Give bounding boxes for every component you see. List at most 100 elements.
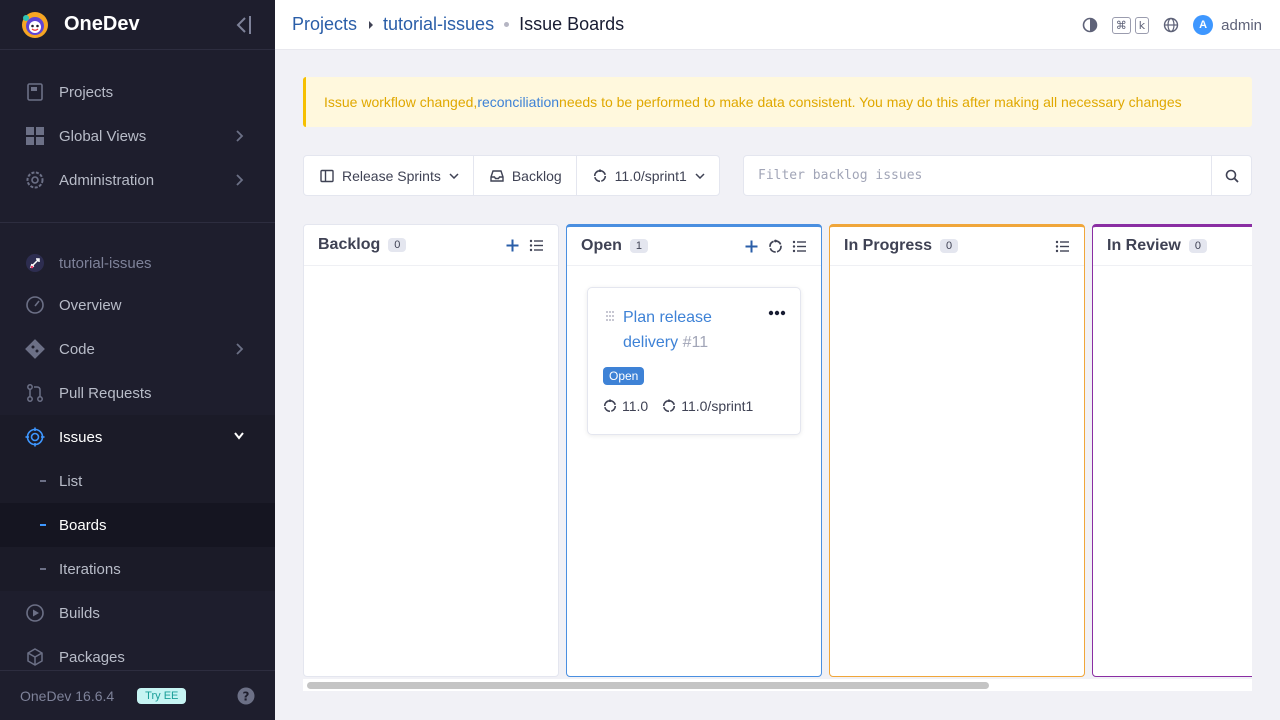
board-selector[interactable]: Release Sprints [304,156,474,195]
box-icon [27,648,43,666]
add-issue-icon[interactable] [744,239,759,254]
add-issue-icon[interactable] [505,238,520,253]
issue-number: #11 [682,334,709,351]
play-icon [26,604,44,622]
user-name[interactable]: admin [1221,17,1262,34]
sidebar-item-pull-requests[interactable]: Pull Requests [0,371,275,415]
project-name: tutorial-issues [59,254,152,272]
gear-icon [26,171,44,189]
column-in-progress: In Progress 0 [829,224,1085,677]
board-selector-label: Release Sprints [342,167,441,184]
bullet-dash [40,524,46,526]
brand: OneDev [0,0,275,50]
issue-milestone[interactable]: 11.0 [622,398,648,414]
backlog-toggle[interactable]: Backlog [474,156,577,195]
search-icon [1225,169,1239,183]
issue-iteration-wrap: 11.0/sprint1 [662,398,753,414]
sidebar-subitem-iterations[interactable]: Iterations [0,547,275,591]
sidebar-project-header[interactable]: tutorial-issues [0,241,275,285]
sidebar-subitem-boards[interactable]: Boards [0,503,275,547]
chevron-down-icon [695,172,705,179]
dark-mode-toggle-icon[interactable] [1082,17,1098,33]
more-options-icon[interactable] [768,310,786,316]
column-title: In Progress [844,237,933,254]
column-open: Open 1 Plan release delivery #11 Open 11… [566,224,822,677]
gauge-icon [26,296,44,314]
iteration-selector[interactable]: 11.0/sprint1 [577,156,719,195]
board-columns-icon [320,169,334,182]
breadcrumb: Projects tutorial-issues Issue Boards [292,14,624,35]
drag-handle-icon[interactable] [605,310,615,322]
sidebar-item-label: Projects [59,83,114,101]
backlog-filter [743,155,1252,196]
column-header: Backlog 0 [304,225,558,266]
shortcut-key-cmd[interactable]: ⌘ [1111,16,1131,34]
header-actions: ⌘ k A admin [1082,0,1262,50]
inbox-icon [490,169,504,182]
app-version: OneDev 16.6.4 [20,687,115,704]
sidebar-item-issues[interactable]: Issues [0,415,275,459]
column-count: 1 [629,239,649,253]
workflow-alert: Issue workflow changed, reconciliation n… [303,77,1252,127]
reconciliation-link[interactable]: reconciliation [477,94,559,110]
iteration-icon [663,399,676,413]
breadcrumb-projects[interactable]: Projects [292,14,357,35]
app-name: OneDev [64,13,140,35]
help-icon[interactable]: ? [237,687,255,705]
sidebar-item-label: List [59,472,83,490]
shortcut-key-k[interactable]: k [1134,16,1150,34]
sidebar-item-builds[interactable]: Builds [0,591,275,635]
list-icon[interactable] [1055,239,1070,254]
sidebar-footer: OneDev 16.6.4 Try EE ? [0,670,275,720]
column-header: In Progress 0 [830,227,1084,266]
book-icon [27,83,43,101]
breadcrumb-project[interactable]: tutorial-issues [383,14,494,35]
column-title: In Review [1107,237,1181,254]
search-button[interactable] [1211,156,1251,195]
sidebar-item-code[interactable]: Code [0,327,275,371]
try-ee-button[interactable]: Try EE [137,687,187,704]
grid-icon [26,127,44,145]
board-horizontal-scrollbar[interactable] [303,679,1252,691]
column-count: 0 [1188,239,1207,253]
column-header: Open 1 [567,227,821,266]
column-actions [744,239,807,254]
top-header: Projects tutorial-issues Issue Boards ⌘ … [275,0,1280,50]
alert-text-prefix: Issue workflow changed, [324,94,478,110]
globe-icon[interactable] [1163,17,1179,33]
issue-iteration[interactable]: 11.0/sprint1 [681,398,753,414]
rocket-icon [26,254,44,272]
list-icon[interactable] [792,239,807,254]
bullet-dash [40,480,46,482]
issue-card[interactable]: Plan release delivery #11 Open 11.0 11.0… [587,287,801,435]
target-icon [25,427,45,447]
sidebar-subitem-list[interactable]: List [0,459,275,503]
sidebar-item-overview[interactable]: Overview [0,283,275,327]
collapse-sidebar-icon[interactable] [234,13,254,37]
onedev-logo-icon[interactable] [20,10,50,40]
chevron-down-icon [234,432,244,440]
alert-text-suffix: needs to be performed to make data consi… [559,94,1182,110]
status-badge[interactable]: Open [603,367,645,385]
chevron-right-icon [236,174,244,186]
sidebar-item-global-views[interactable]: Global Views [0,114,275,158]
iteration-icon [593,168,606,182]
issue-title-link[interactable]: Plan release delivery #11 [623,305,763,355]
iteration-icon[interactable] [768,239,783,254]
caret-right-icon [369,20,374,29]
avatar[interactable]: A [1193,15,1214,35]
filter-backlog-input[interactable] [744,156,1211,195]
list-icon[interactable] [529,238,544,253]
pull-request-icon [27,384,43,402]
sidebar: OneDev Projects Global Views Administrat… [0,0,275,720]
sidebar-item-administration[interactable]: Administration [0,158,275,202]
scrollbar-thumb[interactable] [307,682,989,689]
board-toolbar: Release Sprints Backlog 11.0/sprint1 [303,155,720,196]
sidebar-item-label: Code [59,340,95,358]
sidebar-item-label: Boards [59,516,107,534]
sidebar-item-label: Builds [59,604,100,622]
sidebar-item-projects[interactable]: Projects [0,70,275,114]
backlog-toggle-label: Backlog [511,167,562,184]
sidebar-divider [0,222,275,223]
page-title: Issue Boards [519,14,625,34]
